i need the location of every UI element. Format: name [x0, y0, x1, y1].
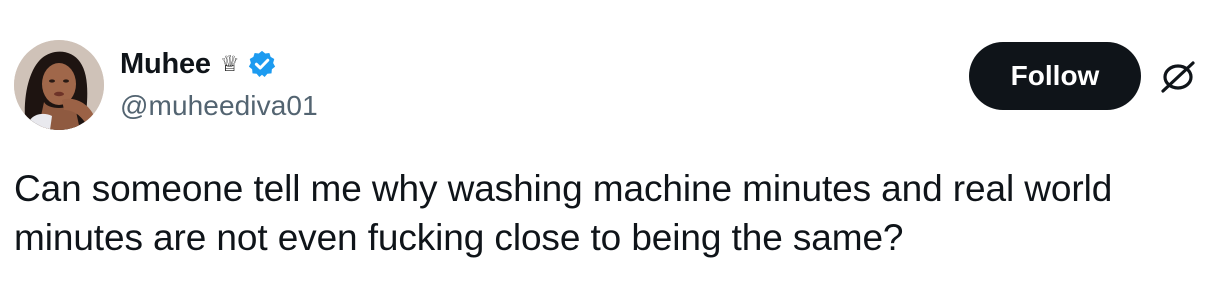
tweet-card: Muhee ♕ @muheediva01 Follow Can someone … — [0, 0, 1212, 294]
x-logo-icon[interactable] — [1158, 59, 1198, 95]
verified-badge-icon[interactable] — [247, 49, 277, 79]
avatar[interactable] — [14, 40, 104, 130]
follow-button[interactable]: Follow — [969, 42, 1141, 110]
crown-icon: ♕ — [219, 51, 240, 76]
tweet-text: Can someone tell me why washing machine … — [14, 168, 1113, 258]
author-name-row: Muhee ♕ — [120, 44, 277, 84]
author-handle[interactable]: @muheediva01 — [120, 88, 318, 124]
avatar-image — [14, 40, 104, 130]
author-display-name[interactable]: Muhee — [120, 44, 211, 84]
